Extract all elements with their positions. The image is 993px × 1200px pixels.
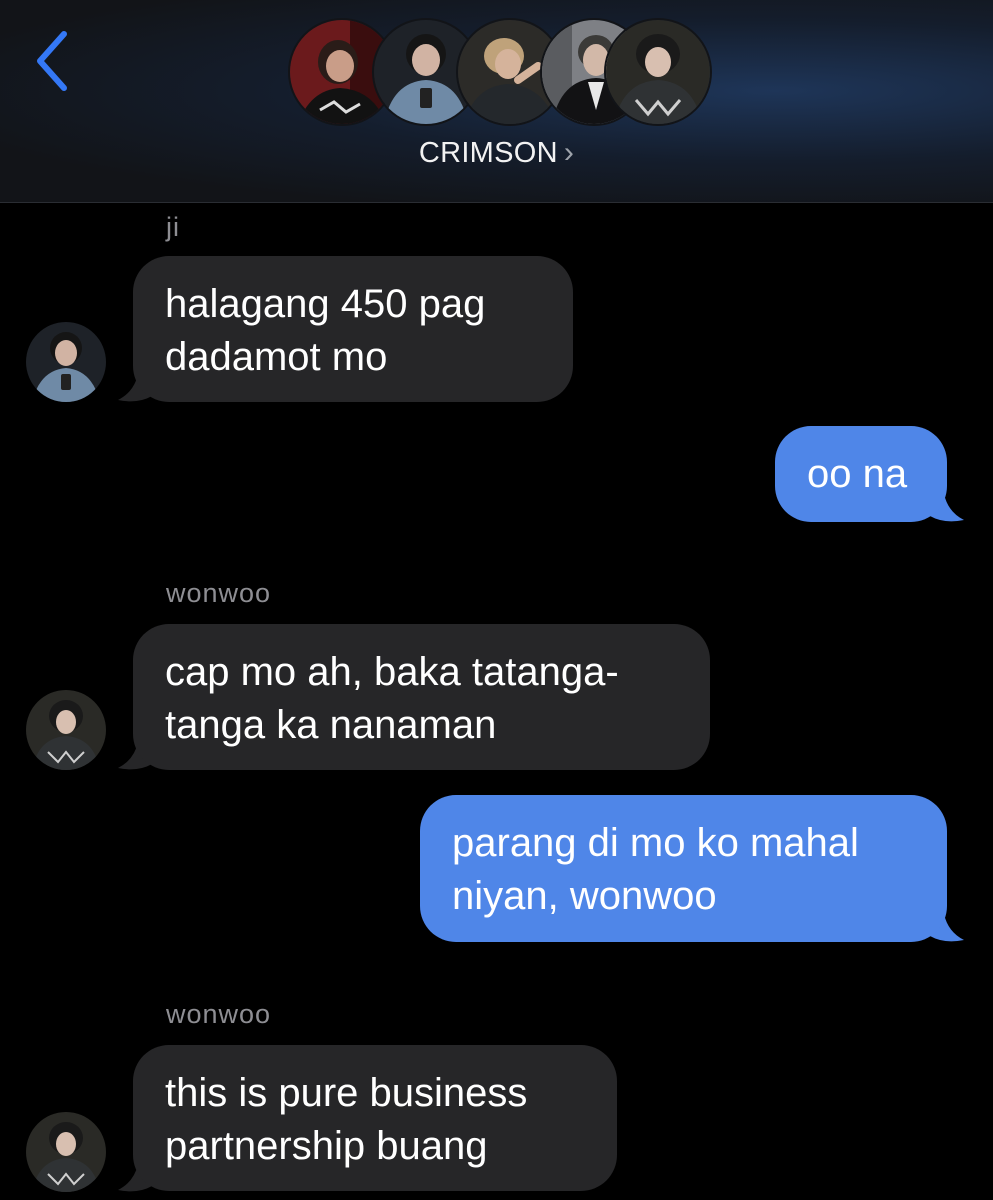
chat-header: CRIMSON › [0,0,993,203]
message-bubble-incoming[interactable]: cap mo ah, baka tatanga- tanga ka nanama… [133,624,710,770]
back-button[interactable] [30,28,74,94]
sender-name: ji [166,212,180,242]
group-name-link[interactable]: CRIMSON › [0,136,993,170]
chevron-left-icon [37,31,67,91]
group-name: CRIMSON [418,137,558,169]
group-avatars[interactable] [288,18,712,126]
sender-name: wonwoo [166,999,272,1029]
message-bubble-incoming[interactable]: halagang 450 pag dadamot mo [133,256,573,402]
avatar[interactable] [26,322,106,402]
message-bubble-incoming[interactable]: this is pure business partnership buang [133,1045,617,1191]
sender-name: wonwoo [166,578,272,608]
avatar[interactable] [26,1112,106,1192]
member-avatar [604,18,712,126]
message-bubble-outgoing[interactable]: parang di mo ko mahal niyan, wonwoo [420,795,947,942]
chevron-right-icon: › [563,136,575,169]
message-bubble-outgoing[interactable]: oo na [775,426,947,522]
avatar[interactable] [26,690,106,770]
